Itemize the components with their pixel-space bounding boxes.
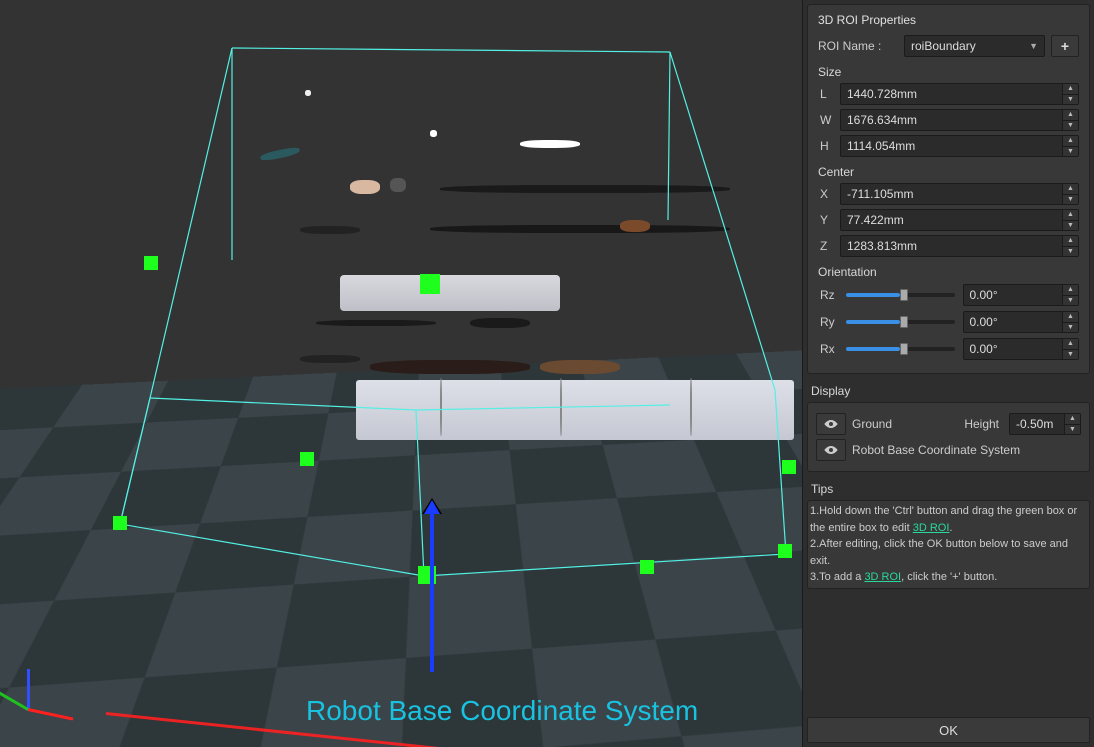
point-cloud: [300, 355, 360, 363]
point-cloud: [370, 360, 530, 374]
center-z-input[interactable]: 1283.813mm▲▼: [840, 235, 1079, 257]
rz-label: Rz: [818, 288, 838, 302]
center-x-input[interactable]: -711.105mm▲▼: [840, 183, 1079, 205]
point-cloud: [470, 318, 530, 328]
rz-input[interactable]: 0.00°▲▼: [963, 284, 1080, 306]
size-l-label: L: [818, 87, 834, 101]
rz-slider[interactable]: [846, 288, 955, 302]
roi-handle[interactable]: [144, 256, 158, 270]
tip-1: 1.Hold down the 'Ctrl' button and drag t…: [810, 503, 1087, 536]
ry-label: Ry: [818, 315, 838, 329]
point-cloud: [540, 360, 620, 374]
plus-icon: +: [1061, 38, 1069, 54]
point-cloud: [520, 140, 580, 148]
stepper-icon[interactable]: ▲▼: [1062, 84, 1078, 104]
size-h-input[interactable]: 1114.054mm▲▼: [840, 135, 1079, 157]
orientation-heading: Orientation: [818, 265, 1079, 279]
display-panel: Ground Height -0.50m▲▼ Robot Base Coordi…: [807, 402, 1090, 472]
size-heading: Size: [818, 65, 1079, 79]
ok-button[interactable]: OK: [807, 717, 1090, 743]
center-y-label: Y: [818, 213, 834, 227]
stepper-icon[interactable]: ▲▼: [1062, 184, 1078, 204]
ry-slider[interactable]: [846, 315, 955, 329]
stepper-icon[interactable]: ▲▼: [1062, 339, 1078, 359]
eye-icon: [823, 418, 839, 430]
point-cloud: [430, 225, 730, 233]
stepper-icon[interactable]: ▲▼: [1062, 210, 1078, 230]
rx-slider[interactable]: [846, 342, 955, 356]
roi-handle[interactable]: [113, 516, 127, 530]
roi-name-label: ROI Name :: [818, 39, 898, 53]
center-x-label: X: [818, 187, 834, 201]
roi-handle[interactable]: [782, 460, 796, 474]
tips-heading: Tips: [811, 482, 1086, 496]
rx-label: Rx: [818, 342, 838, 356]
chevron-down-icon: ▼: [1029, 41, 1038, 51]
size-w-input[interactable]: 1676.634mm▲▼: [840, 109, 1079, 131]
point-cloud: [300, 226, 360, 234]
point-cloud: [430, 130, 437, 137]
height-input[interactable]: -0.50m▲▼: [1009, 413, 1081, 435]
stepper-icon[interactable]: ▲▼: [1062, 312, 1078, 332]
roi-handle[interactable]: [640, 560, 654, 574]
eye-icon: [823, 444, 839, 456]
point-cloud: [356, 380, 794, 440]
viewport-3d[interactable]: Robot Base Coordinate System: [0, 0, 802, 747]
ry-input[interactable]: 0.00°▲▼: [963, 311, 1080, 333]
point-cloud: [560, 378, 562, 436]
coord-label: Robot Base Coordinate System: [852, 443, 1020, 457]
stepper-icon[interactable]: ▲▼: [1062, 285, 1078, 305]
roi-name-select[interactable]: roiBoundary ▼: [904, 35, 1045, 57]
coord-system-label: Robot Base Coordinate System: [306, 695, 698, 727]
point-cloud: [440, 378, 442, 436]
properties-sidebar: 3D ROI Properties ROI Name : roiBoundary…: [802, 0, 1094, 747]
tip-2: 2.After editing, click the OK button bel…: [810, 536, 1087, 569]
center-z-label: Z: [818, 239, 834, 253]
add-roi-button[interactable]: +: [1051, 35, 1079, 57]
center-y-input[interactable]: 77.422mm▲▼: [840, 209, 1079, 231]
point-cloud: [440, 185, 730, 193]
ground-label: Ground: [852, 417, 958, 431]
center-heading: Center: [818, 165, 1079, 179]
point-cloud: [390, 178, 406, 192]
tip-link-3droi[interactable]: 3D ROI: [864, 571, 901, 583]
axis-gizmo: [10, 665, 70, 725]
stepper-icon[interactable]: ▲▼: [1062, 136, 1078, 156]
point-cloud: [305, 90, 311, 96]
toggle-ground-button[interactable]: [816, 413, 846, 435]
rx-input[interactable]: 0.00°▲▼: [963, 338, 1080, 360]
point-cloud: [340, 275, 560, 311]
roi-handle[interactable]: [420, 274, 440, 294]
toggle-coord-button[interactable]: [816, 439, 846, 461]
stepper-icon[interactable]: ▲▼: [1062, 110, 1078, 130]
display-heading: Display: [811, 384, 1086, 398]
size-l-input[interactable]: 1440.728mm▲▼: [840, 83, 1079, 105]
tip-link-3droi[interactable]: 3D ROI: [913, 522, 950, 534]
panel-title: 3D ROI Properties: [818, 13, 1079, 27]
roi-properties-panel: 3D ROI Properties ROI Name : roiBoundary…: [807, 4, 1090, 374]
point-cloud: [316, 320, 436, 326]
roi-name-value: roiBoundary: [911, 39, 976, 53]
size-w-label: W: [818, 113, 834, 127]
stepper-icon[interactable]: ▲▼: [1062, 236, 1078, 256]
point-cloud: [620, 220, 650, 232]
stepper-icon[interactable]: ▲▼: [1064, 414, 1080, 434]
height-label: Height: [964, 417, 999, 431]
tips-panel: 1.Hold down the 'Ctrl' button and drag t…: [807, 500, 1090, 589]
point-cloud: [260, 146, 301, 162]
roi-handle[interactable]: [300, 452, 314, 466]
roi-handle[interactable]: [778, 544, 792, 558]
point-cloud: [350, 180, 380, 194]
size-h-label: H: [818, 139, 834, 153]
z-axis-arrow: [430, 502, 434, 672]
tip-3: 3.To add a 3D ROI, click the '+' button.: [810, 569, 1087, 586]
point-cloud: [690, 378, 692, 436]
